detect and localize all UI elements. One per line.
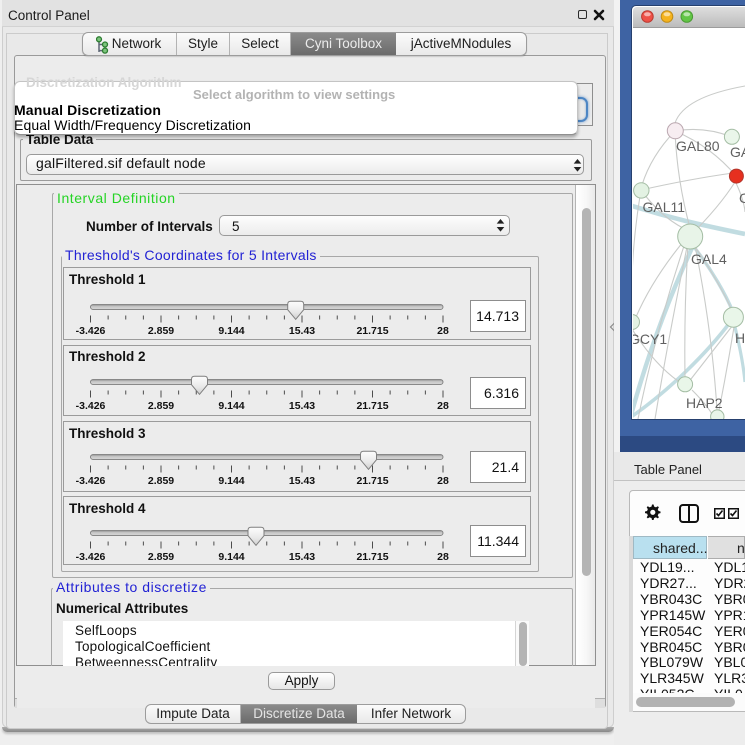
svg-text:2.859: 2.859 [148, 475, 174, 487]
svg-text:21.715: 21.715 [356, 551, 388, 563]
svg-text:-3.426: -3.426 [76, 400, 106, 412]
svg-text:-3.426: -3.426 [76, 325, 106, 337]
svg-text:C: C [739, 190, 745, 206]
svg-text:9.144: 9.144 [218, 551, 244, 563]
svg-text:GAL4: GAL4 [691, 251, 727, 267]
svg-text:28: 28 [437, 325, 449, 337]
svg-text:15.43: 15.43 [289, 325, 315, 337]
svg-text:28: 28 [437, 551, 449, 563]
svg-text:GA: GA [730, 144, 745, 160]
svg-text:GAL80: GAL80 [676, 138, 720, 154]
svg-text:28: 28 [437, 400, 449, 412]
svg-text:-3.426: -3.426 [76, 475, 106, 487]
svg-text:GCY1: GCY1 [633, 331, 667, 347]
svg-text:-3.426: -3.426 [76, 551, 106, 563]
svg-text:HAP2: HAP2 [686, 395, 723, 411]
svg-text:21.715: 21.715 [356, 475, 388, 487]
svg-text:2.859: 2.859 [148, 400, 174, 412]
svg-text:9.144: 9.144 [218, 475, 244, 487]
svg-text:28: 28 [437, 475, 449, 487]
svg-text:15.43: 15.43 [289, 400, 315, 412]
svg-text:2.859: 2.859 [148, 551, 174, 563]
svg-text:2.859: 2.859 [148, 325, 174, 337]
svg-text:15.43: 15.43 [289, 551, 315, 563]
svg-text:21.715: 21.715 [356, 400, 388, 412]
svg-text:21.715: 21.715 [356, 325, 388, 337]
svg-text:9.144: 9.144 [218, 400, 244, 412]
svg-text:H: H [735, 330, 745, 346]
svg-text:GAL11: GAL11 [643, 199, 686, 215]
svg-text:9.144: 9.144 [218, 325, 244, 337]
svg-text:15.43: 15.43 [289, 475, 315, 487]
